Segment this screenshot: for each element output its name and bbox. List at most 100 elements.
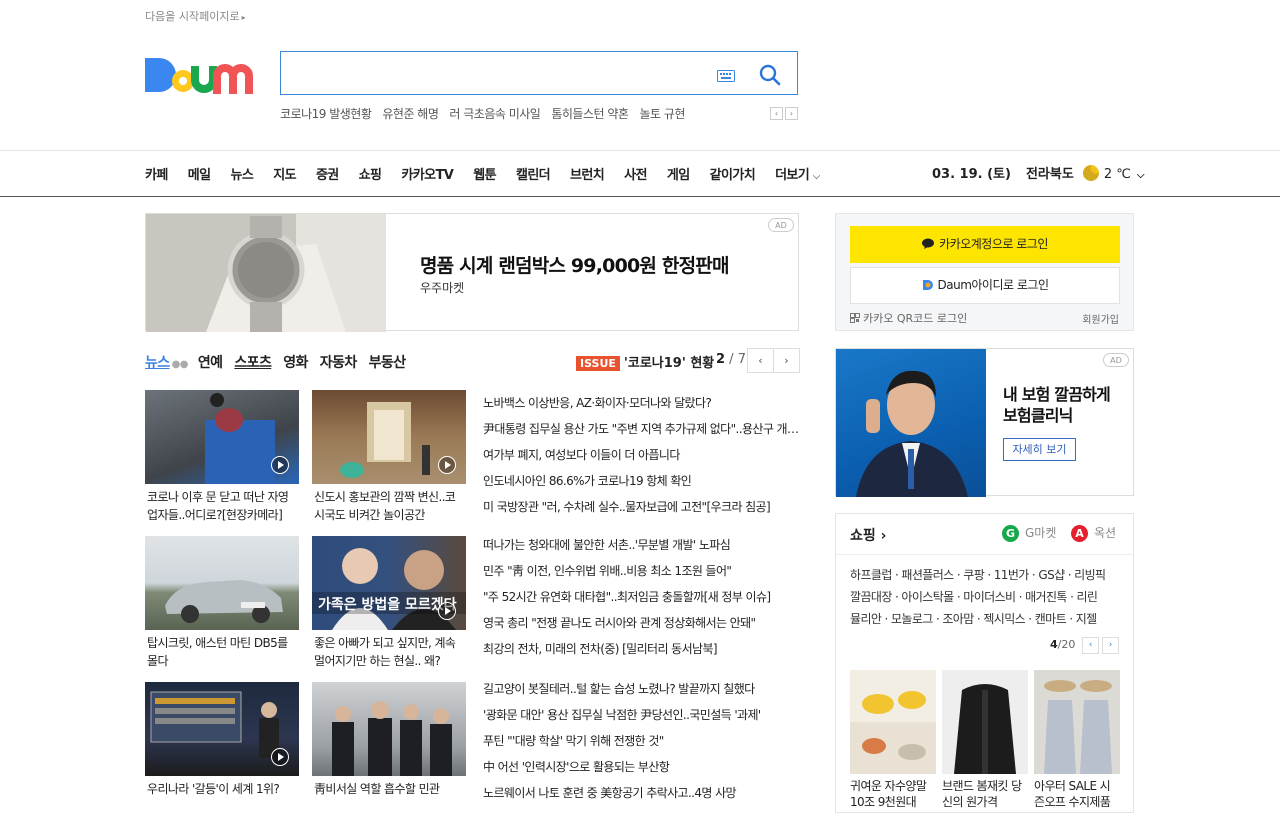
tab-news[interactable]: 뉴스 <box>145 355 170 371</box>
banner-ad[interactable]: 명품 시계 랜덤박스 99,000원 한정판매 우주마켓 AD <box>145 213 799 332</box>
trending-keyword[interactable]: 코로나19 발생현황 <box>280 107 372 121</box>
headline-item[interactable]: 인도네시아인 86.6%가 코로나19 항체 확인 <box>483 468 799 494</box>
gnb-divider-bottom <box>0 196 1280 197</box>
headline-item[interactable]: 노바백스 이상반응, AZ·화이자·모더나와 달랐다? <box>483 390 799 416</box>
nav-news[interactable]: 뉴스 <box>230 168 253 183</box>
product-card[interactable]: 귀여운 자수양말 10조 9천원대 <box>850 670 936 810</box>
trending-prev-button[interactable]: ‹ <box>770 107 783 120</box>
nav-brunch[interactable]: 브런치 <box>570 168 605 183</box>
dots-icon: ●● <box>171 359 189 370</box>
nav-webtoon[interactable]: 웹툰 <box>473 168 496 183</box>
headline-item[interactable]: 노르웨이서 나토 훈련 중 美항공기 추락사고..4명 사망 <box>483 780 799 806</box>
start-page-link[interactable]: 다음을 시작페이지로 ▸ <box>145 8 246 24</box>
weather-widget[interactable]: 03. 19. (토) 전라북도 2 ℃ ⌵ <box>932 163 1144 182</box>
gmarket-link[interactable]: G G마켓 <box>1002 524 1056 542</box>
issue-page-current: 2 <box>716 352 726 367</box>
tab-car[interactable]: 자동차 <box>320 355 357 371</box>
tab-entertainment[interactable]: 연예 <box>198 355 223 371</box>
news-thumb[interactable]: 탑시크릿, 애스턴 마틴 DB5를 몰다 <box>145 536 299 670</box>
global-nav: 카페 메일 뉴스 지도 증권 쇼핑 카카오TV 웹툰 캘린더 브런치 사전 게임 같이가치 더보기 ⌵ <box>145 164 840 183</box>
shop-links-row[interactable]: 하프클럽 · 패션플러스 · 쿠팡 · 11번가 · GS샵 · 리빙픽 <box>850 566 1122 583</box>
nav-game[interactable]: 게임 <box>667 168 690 183</box>
nav-mail[interactable]: 메일 <box>188 168 211 183</box>
start-page-label: 다음을 시작페이지로 <box>145 10 240 23</box>
shop-links-row[interactable]: 뮬리안 · 모놀로그 · 조아맘 · 젝시믹스 · 캔마트 · 지젤 <box>850 610 1122 627</box>
tab-realestate[interactable]: 부동산 <box>369 355 406 371</box>
trending-keyword[interactable]: 러 극초음속 미사일 <box>449 107 540 121</box>
issue-prev-button[interactable]: ‹ <box>747 348 774 373</box>
headline-item[interactable]: 민주 "靑 이전, 인수위법 위배..비용 최소 1조원 들어" <box>483 558 799 584</box>
nav-more-button[interactable]: 더보기 ⌵ <box>775 168 820 183</box>
banner-title: 명품 시계 랜덤박스 99,000원 한정판매 <box>420 255 729 277</box>
issue-link[interactable]: ISSUE '코로나19' 현황 <box>576 352 714 371</box>
headline-item[interactable]: "주 52시간 유연화 대타협"..최저임금 충돌할까[새 정부 이슈] <box>483 584 799 610</box>
trending-keyword[interactable]: 톰히들스턴 약혼 <box>551 107 629 121</box>
news-thumb-image <box>145 536 299 630</box>
qr-login-link[interactable]: 카카오 QR코드 로그인 <box>850 310 967 326</box>
headline-item[interactable]: '광화문 대안' 용산 집무실 낙점한 尹당선인..국민설득 '과제' <box>483 702 799 728</box>
tab-sports[interactable]: 스포츠 <box>234 355 271 371</box>
news-thumb-caption: 코로나 이후 문 닫고 떠난 자영업자들..어디로?[현장카메라] <box>147 490 289 522</box>
headline-item[interactable]: 최강의 전차, 미래의 전차(중) [밀리터리 동서남북] <box>483 636 799 662</box>
nav-together[interactable]: 같이가치 <box>710 168 756 183</box>
headline-list: 길고양이 봇질테러..털 핥는 습성 노렸나? 발끝까지 칠했다 '광화문 대안… <box>483 676 799 806</box>
shop-next-button[interactable]: › <box>1102 637 1119 654</box>
signup-link[interactable]: 회원가입 <box>1082 311 1119 326</box>
shop-links-row[interactable]: 깔끔대장 · 아이스탁몰 · 마이더스비 · 매거진톡 · 리린 <box>850 588 1122 605</box>
daum-login-label: Daum아이디로 로그인 <box>937 278 1049 292</box>
headline-item[interactable]: 떠나가는 청와대에 불안한 서촌..'무분별 개발' 노파심 <box>483 532 799 558</box>
headline-item[interactable]: 영국 총리 "전쟁 끝나도 러시아와 관계 정상화해서는 안돼" <box>483 610 799 636</box>
daum-logo[interactable] <box>145 48 263 100</box>
news-thumb-caption: 신도시 홍보관의 깜짝 변신..코시국도 비켜간 놀이공간 <box>314 490 456 522</box>
search-icon[interactable] <box>759 64 781 86</box>
news-thumb[interactable]: 코로나 이후 문 닫고 떠난 자영업자들..어디로?[현장카메라] <box>145 390 299 524</box>
moon-icon <box>1082 165 1100 182</box>
headline-item[interactable]: 미 국방장관 "러, 수차례 실수..물자보급에 고전"[우크라 침공] <box>483 494 799 520</box>
trending-keyword[interactable]: 놀토 규현 <box>639 107 685 121</box>
headline-list: 노바백스 이상반응, AZ·화이자·모더나와 달랐다? 尹대통령 집무실 용산 … <box>483 390 799 520</box>
gmarket-label: G마켓 <box>1025 526 1057 540</box>
shop-page-total: /20 <box>1057 638 1076 651</box>
headline-item[interactable]: 여가부 폐지, 여성보다 이들이 더 아픕니다 <box>483 442 799 468</box>
shop-page-current: 4 <box>1050 638 1058 651</box>
insurance-ad[interactable]: 내 보험 깔끔하게 보험클리닉 자세히 보기 AD <box>835 348 1134 497</box>
qr-code-icon <box>850 312 863 325</box>
banner-subtitle: 우주마켓 <box>420 281 465 295</box>
daum-login-button[interactable]: Daum아이디로 로그인 <box>850 267 1120 304</box>
auction-link[interactable]: A 옥션 <box>1071 524 1116 542</box>
keyboard-icon[interactable] <box>717 67 735 82</box>
nav-stock[interactable]: 증권 <box>316 168 339 183</box>
news-thumb[interactable]: 가족은 방법을 모르겠다 좋은 아빠가 되고 싶지만, 계속 멀어지기만 하는 … <box>312 536 466 670</box>
shopping-title: 쇼핑 <box>850 528 876 544</box>
trending-keyword[interactable]: 유현준 해명 <box>382 107 439 121</box>
shop-prev-button[interactable]: ‹ <box>1082 637 1099 654</box>
tab-movie[interactable]: 영화 <box>283 355 308 371</box>
weather-date: 03. 19. (토) <box>932 167 1011 182</box>
nav-calendar[interactable]: 캘린더 <box>516 168 551 183</box>
nav-cafe[interactable]: 카페 <box>145 168 168 183</box>
nav-dictionary[interactable]: 사전 <box>624 168 647 183</box>
headline-item[interactable]: 푸틴 "'대량 학살' 막기 위해 전쟁한 것" <box>483 728 799 754</box>
headline-item[interactable]: 尹대통령 집무실 용산 가도 "주변 지역 추가규제 없다"..용산구 개발 기… <box>483 416 799 442</box>
news-thumb[interactable]: 우리나라 '갈등'이 세계 1위? <box>145 682 299 816</box>
trending-next-button[interactable]: › <box>785 107 798 120</box>
login-box: 카카오계정으로 로그인 Daum아이디로 로그인 카카오 QR코드 로그인 회원… <box>835 213 1134 331</box>
shop-page-count: 4/20 <box>1050 638 1075 651</box>
kakao-login-button[interactable]: 카카오계정으로 로그인 <box>850 226 1120 263</box>
shopping-title-link[interactable]: 쇼핑 › <box>850 525 886 545</box>
product-card[interactable]: 아우터 SALE 시즌오프 수지제품 <box>1034 670 1120 810</box>
product-card[interactable]: 브랜드 봄재킷 당신의 원가격 <box>942 670 1028 810</box>
news-thumb[interactable]: 신도시 홍보관의 깜짝 변신..코시국도 비켜간 놀이공간 <box>312 390 466 524</box>
product-image <box>1034 670 1120 774</box>
nav-kakaotv[interactable]: 카카오TV <box>401 168 453 183</box>
issue-next-button[interactable]: › <box>773 348 800 373</box>
headline-item[interactable]: 길고양이 봇질테러..털 핥는 습성 노렸나? 발끝까지 칠했다 <box>483 676 799 702</box>
search-input[interactable] <box>291 58 715 90</box>
nav-map[interactable]: 지도 <box>273 168 296 183</box>
nav-shopping[interactable]: 쇼핑 <box>359 168 382 183</box>
news-thumb-image <box>145 682 299 776</box>
svg-text:가족은 방법을 모르겠다: 가족은 방법을 모르겠다 <box>318 596 457 613</box>
insurance-details-button[interactable]: 자세히 보기 <box>1003 438 1076 461</box>
headline-item[interactable]: 中 어선 '인력시장'으로 활용되는 부산항 <box>483 754 799 780</box>
news-thumb[interactable]: 靑비서실 역할 흡수할 민관 <box>312 682 466 816</box>
